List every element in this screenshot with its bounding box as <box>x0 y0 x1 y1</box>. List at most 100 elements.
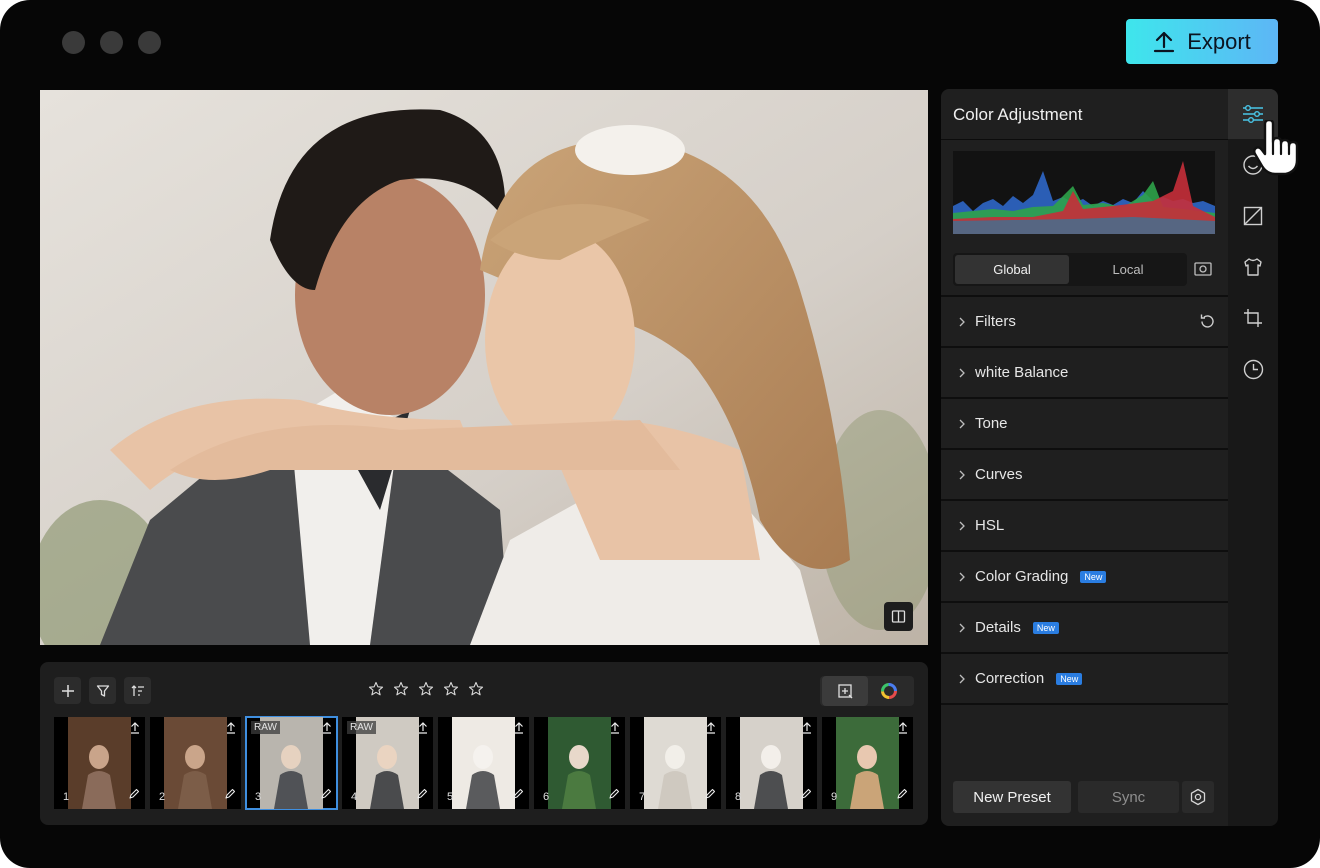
new-preset-button[interactable]: New Preset <box>953 781 1071 813</box>
edit-icon[interactable] <box>129 786 140 804</box>
rail-outfit[interactable] <box>1228 242 1278 292</box>
rating-stars <box>367 679 485 699</box>
raw-badge: RAW <box>347 721 376 734</box>
thumbnail[interactable]: RAW 4 <box>342 717 433 809</box>
settings-button[interactable] <box>1182 781 1214 813</box>
star-icon[interactable] <box>467 679 485 699</box>
tab-global[interactable]: Global <box>955 255 1069 284</box>
thumbnail-number: 9 <box>831 791 838 803</box>
filter-button[interactable] <box>89 677 116 704</box>
tab-local[interactable]: Local <box>1071 255 1185 284</box>
upload-icon[interactable] <box>226 721 236 739</box>
edit-icon[interactable] <box>321 786 332 804</box>
thumbnail-number: 3 <box>255 791 262 803</box>
upload-icon[interactable] <box>802 721 812 739</box>
star-icon[interactable] <box>367 679 385 699</box>
section-label: HSL <box>975 517 1005 534</box>
color-wheel-button[interactable] <box>866 676 912 706</box>
photo-frame-icon <box>1194 262 1212 276</box>
thumbnail-image <box>740 717 803 809</box>
color-wheel-icon <box>881 683 897 699</box>
rail-crop[interactable] <box>1228 293 1278 343</box>
section-label: Curves <box>975 466 1023 483</box>
thumbnail[interactable]: 6 <box>534 717 625 809</box>
upload-icon[interactable] <box>610 721 620 739</box>
thumbnail[interactable]: 1 <box>54 717 145 809</box>
sort-button[interactable] <box>124 677 151 704</box>
thumbnail-number: 8 <box>735 791 742 803</box>
chevron-right-icon <box>959 317 965 326</box>
edit-icon[interactable] <box>609 786 620 804</box>
panel-title: Color Adjustment <box>953 105 1083 124</box>
upload-icon[interactable] <box>898 721 908 739</box>
thumbnail-number: 6 <box>543 791 550 803</box>
thumbnail-image <box>644 717 707 809</box>
upload-icon[interactable] <box>322 721 332 739</box>
edit-icon[interactable] <box>897 786 908 804</box>
shirt-icon <box>1244 258 1262 276</box>
compare-button[interactable] <box>884 602 913 631</box>
history-icon <box>1243 359 1263 379</box>
chevron-right-icon <box>959 419 965 428</box>
upload-icon[interactable] <box>706 721 716 739</box>
section-curves[interactable]: Curves <box>941 448 1228 499</box>
window-minimize-dot[interactable] <box>100 31 123 54</box>
add-photo-button[interactable] <box>822 676 868 706</box>
edit-icon[interactable] <box>801 786 812 804</box>
thumbnail[interactable]: 5 <box>438 717 529 809</box>
photo-preview[interactable] <box>40 90 928 645</box>
star-icon[interactable] <box>442 679 460 699</box>
chevron-right-icon <box>959 368 965 377</box>
thumbnail[interactable]: 7 <box>630 717 721 809</box>
thumbnail[interactable]: 8 <box>726 717 817 809</box>
thumbnail-number: 4 <box>351 791 358 803</box>
rail-history[interactable] <box>1228 344 1278 394</box>
export-button[interactable]: Export <box>1126 19 1278 64</box>
hand-cursor-icon <box>1253 118 1303 181</box>
add-photo-icon <box>837 683 852 698</box>
sort-icon <box>131 684 144 696</box>
star-icon[interactable] <box>392 679 410 699</box>
upload-icon[interactable] <box>418 721 428 739</box>
edit-icon[interactable] <box>225 786 236 804</box>
section-label: Color Grading <box>975 568 1069 585</box>
edit-icon[interactable] <box>705 786 716 804</box>
edit-icon[interactable] <box>417 786 428 804</box>
raw-badge: RAW <box>251 721 280 734</box>
thumbnail-number: 7 <box>639 791 646 803</box>
section-color-grading[interactable]: Color Grading New <box>941 550 1228 601</box>
star-icon[interactable] <box>417 679 435 699</box>
section-label: Tone <box>975 415 1008 432</box>
thumbnail[interactable]: 9 <box>822 717 913 809</box>
section-label: white Balance <box>975 364 1069 381</box>
upload-icon <box>1154 31 1175 52</box>
upload-icon[interactable] <box>130 721 140 739</box>
divider <box>941 139 1228 140</box>
reset-icon[interactable] <box>1199 313 1216 334</box>
add-icon <box>61 684 74 697</box>
add-button[interactable] <box>54 677 81 704</box>
section-filters[interactable]: Filters <box>941 295 1228 346</box>
thumbnail-image <box>836 717 899 809</box>
section-tone[interactable]: Tone <box>941 397 1228 448</box>
thumbnail[interactable]: 2 <box>150 717 241 809</box>
thumbnail-image <box>164 717 227 809</box>
section-hsl[interactable]: HSL <box>941 499 1228 550</box>
sync-button[interactable]: Sync <box>1078 781 1179 813</box>
section-label: Filters <box>975 313 1016 330</box>
filmstrip-panel: 1 2 RAW 3 RAW 4 5 6 7 8 9 <box>40 662 928 825</box>
window-maximize-dot[interactable] <box>138 31 161 54</box>
edit-icon[interactable] <box>513 786 524 804</box>
thumbnail[interactable]: RAW 3 <box>245 716 338 810</box>
divider <box>941 703 1228 705</box>
window-close-dot[interactable] <box>62 31 85 54</box>
thumbnail-image <box>548 717 611 809</box>
section-white-balance[interactable]: white Balance <box>941 346 1228 397</box>
section-correction[interactable]: Correction New <box>941 652 1228 703</box>
section-details[interactable]: Details New <box>941 601 1228 652</box>
upload-icon[interactable] <box>514 721 524 739</box>
snapshot-button[interactable] <box>1194 261 1212 282</box>
rail-tone-curve[interactable] <box>1228 191 1278 241</box>
color-adjustment-panel: Color Adjustment Global Local Filters whi… <box>941 89 1228 826</box>
thumbnail-number: 1 <box>63 791 70 803</box>
